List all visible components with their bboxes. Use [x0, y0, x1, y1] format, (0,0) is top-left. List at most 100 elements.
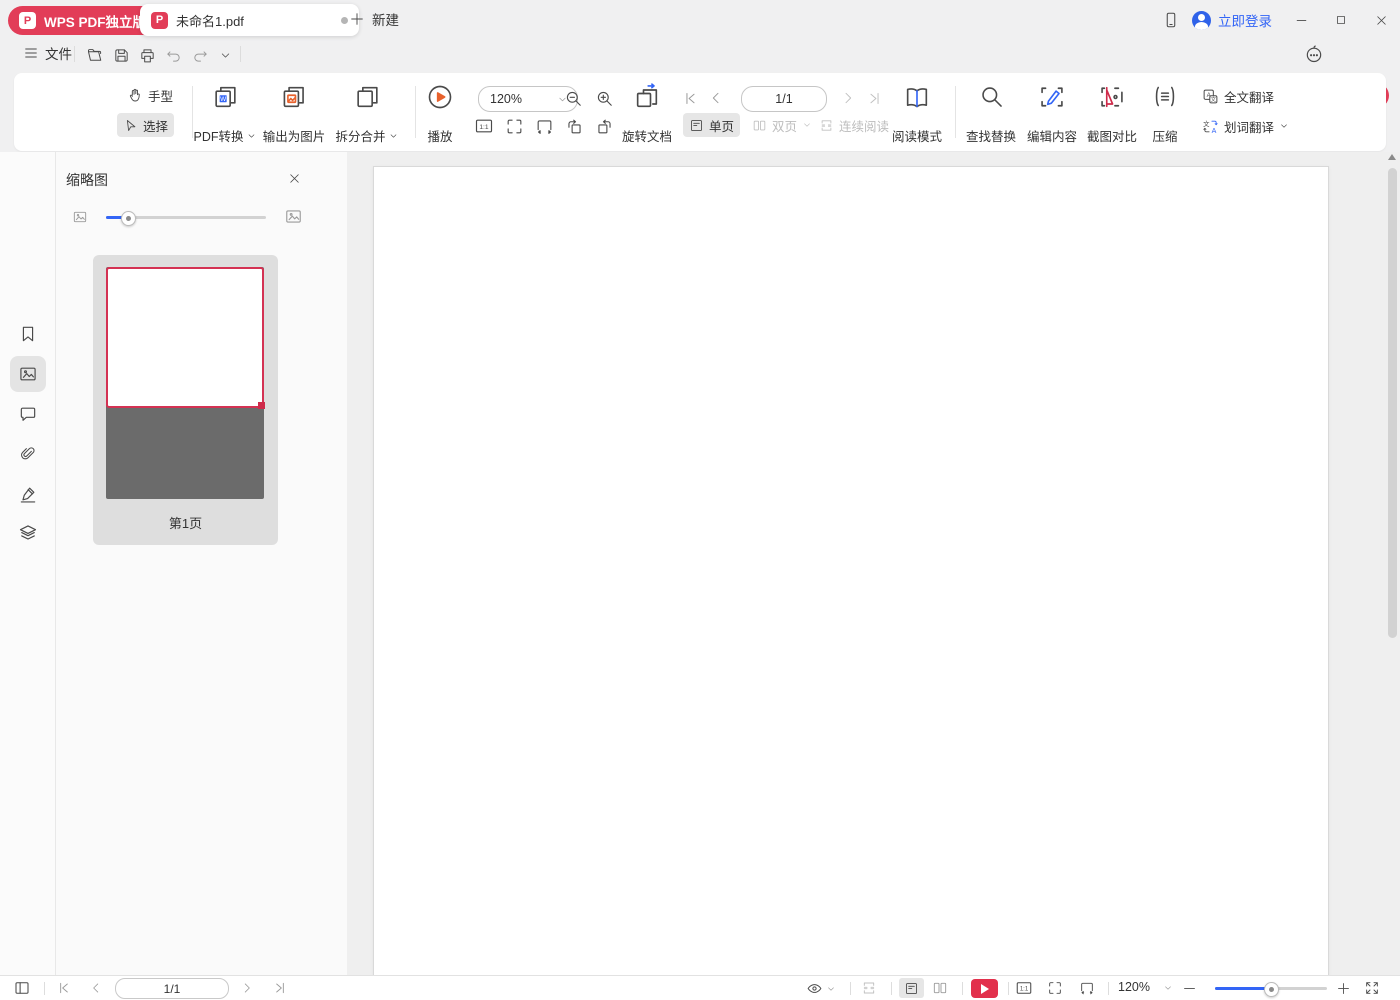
page-thumbnail[interactable]: 第1页 [93, 255, 278, 545]
export-image-button[interactable]: 输出为图片 [259, 81, 330, 151]
find-replace-button[interactable]: 查找替换 [962, 81, 1020, 151]
page-number-input[interactable]: 1/1 [115, 978, 229, 999]
save-button[interactable] [108, 43, 134, 67]
presentation-play-button[interactable] [971, 979, 998, 998]
word-translate-button[interactable]: 文 A 划词翻译 [1196, 114, 1295, 138]
undo-icon [165, 47, 182, 64]
slider-thumb[interactable] [121, 211, 136, 226]
pdf-convert-button[interactable]: W PDF转换 [189, 81, 260, 151]
previous-page-button[interactable] [89, 981, 103, 995]
last-page-icon [272, 980, 288, 996]
play-button[interactable]: 播放 [422, 81, 458, 151]
zoom-out-button[interactable] [1182, 981, 1197, 996]
maximize-button[interactable] [1326, 7, 1356, 33]
zoom-level-dropdown[interactable] [1163, 983, 1173, 993]
fullscreen-button[interactable] [1364, 980, 1380, 996]
bookmarks-panel-button[interactable] [10, 316, 46, 352]
thumbnail-size-slider[interactable] [106, 211, 266, 226]
compress-button[interactable]: 压缩 [1148, 81, 1183, 151]
view-mode-dropdown[interactable] [806, 980, 836, 997]
rotate-right-button[interactable] [593, 115, 615, 137]
zoom-slider[interactable] [1215, 982, 1327, 997]
next-page-button[interactable] [837, 87, 859, 109]
fit-width-icon [1079, 980, 1095, 996]
print-button[interactable] [134, 43, 160, 67]
actual-size-button[interactable] [1015, 979, 1033, 997]
full-text-translate-button[interactable]: A 文 全文翻译 [1196, 84, 1280, 108]
zoom-in-button[interactable] [593, 87, 615, 109]
fit-page-button[interactable] [1047, 980, 1063, 996]
toggle-sidebar-button[interactable] [13, 979, 31, 997]
pdf-convert-icon: W [214, 86, 236, 108]
single-page-button[interactable]: 单页 [683, 113, 741, 137]
assistant-button[interactable] [1301, 42, 1327, 66]
open-file-button[interactable] [82, 43, 108, 67]
divider [415, 86, 416, 138]
hand-tool-button[interactable]: 手型 [121, 83, 179, 107]
vertical-scrollbar[interactable] [1388, 168, 1397, 638]
read-mode-button[interactable]: 阅读模式 [888, 81, 946, 151]
select-tool-button[interactable]: 选择 [117, 113, 175, 137]
close-button[interactable] [1366, 7, 1396, 33]
one-to-one-icon [474, 116, 494, 136]
divider [962, 982, 963, 995]
thumbnail-zoom-small-icon[interactable] [72, 209, 88, 225]
last-page-button[interactable] [272, 980, 288, 996]
comments-panel-button[interactable] [10, 396, 46, 432]
divider [44, 982, 45, 995]
scrollbar-up-arrow[interactable] [1388, 154, 1396, 160]
pdf-page[interactable] [373, 166, 1329, 977]
continuous-reading-button[interactable] [861, 980, 877, 996]
fit-width-icon [535, 117, 554, 136]
thumbnail-zoom-large-icon[interactable] [284, 207, 303, 226]
single-page-button[interactable] [899, 978, 924, 998]
next-page-button[interactable] [240, 981, 254, 995]
layers-panel-button[interactable] [10, 515, 46, 551]
thumbnail-panel: 缩略图 第1页 [56, 152, 348, 975]
panel-close-button[interactable] [283, 167, 305, 189]
last-page-button[interactable] [863, 87, 885, 109]
page-number-input[interactable]: 1/1 [741, 86, 827, 112]
thumbnails-panel-button[interactable] [10, 356, 46, 392]
app-menu-button[interactable]: P WPS PDF独立版 [8, 6, 161, 35]
fit-page-button[interactable] [503, 115, 525, 137]
login-button[interactable]: 立即登录 [1192, 10, 1272, 30]
undo-button[interactable] [160, 43, 186, 67]
export-image-icon [283, 86, 305, 108]
double-page-button[interactable]: 双页 [746, 113, 818, 137]
document-tab[interactable]: P 未命名1.pdf [140, 4, 359, 36]
signature-pen-icon [18, 484, 38, 504]
first-page-button[interactable] [56, 980, 72, 996]
quick-access-dropdown[interactable] [212, 43, 238, 67]
thumbnail-viewport-rect[interactable] [106, 267, 265, 409]
file-menu-button[interactable]: 文件 [23, 43, 72, 63]
rotate-left-button[interactable] [563, 115, 585, 137]
divider [891, 982, 892, 995]
slider-thumb[interactable] [1264, 982, 1279, 997]
attachments-panel-button[interactable] [10, 436, 46, 472]
actual-size-button[interactable] [473, 115, 495, 137]
fit-width-button[interactable] [1079, 980, 1095, 996]
previous-page-button[interactable] [705, 87, 727, 109]
signature-panel-button[interactable] [10, 476, 46, 512]
mobile-device-icon[interactable] [1156, 7, 1186, 33]
fit-page-icon [505, 117, 524, 136]
paperclip-icon [18, 444, 38, 464]
first-page-button[interactable] [679, 87, 701, 109]
viewport-resize-handle[interactable] [258, 402, 265, 409]
continuous-reading-button[interactable]: 连续阅读 [813, 113, 895, 137]
hand-icon [127, 87, 143, 103]
minimize-button[interactable] [1286, 7, 1316, 33]
screenshot-compare-button[interactable]: 截图对比 [1083, 81, 1141, 151]
new-tab-button[interactable]: 新建 [349, 9, 399, 29]
redo-button[interactable] [187, 43, 213, 67]
zoom-in-button[interactable] [1336, 981, 1351, 996]
continuous-reading-icon [861, 980, 877, 996]
split-merge-button[interactable]: 拆分合并 [331, 81, 402, 151]
fit-width-button[interactable] [533, 115, 555, 137]
double-page-button[interactable] [932, 980, 948, 996]
zoom-level-value[interactable]: 120% [1118, 980, 1150, 994]
edit-content-button[interactable]: 编辑内容 [1023, 81, 1081, 151]
zoom-out-button[interactable] [562, 87, 584, 109]
rotate-document-button[interactable]: 旋转文档 [618, 81, 676, 151]
